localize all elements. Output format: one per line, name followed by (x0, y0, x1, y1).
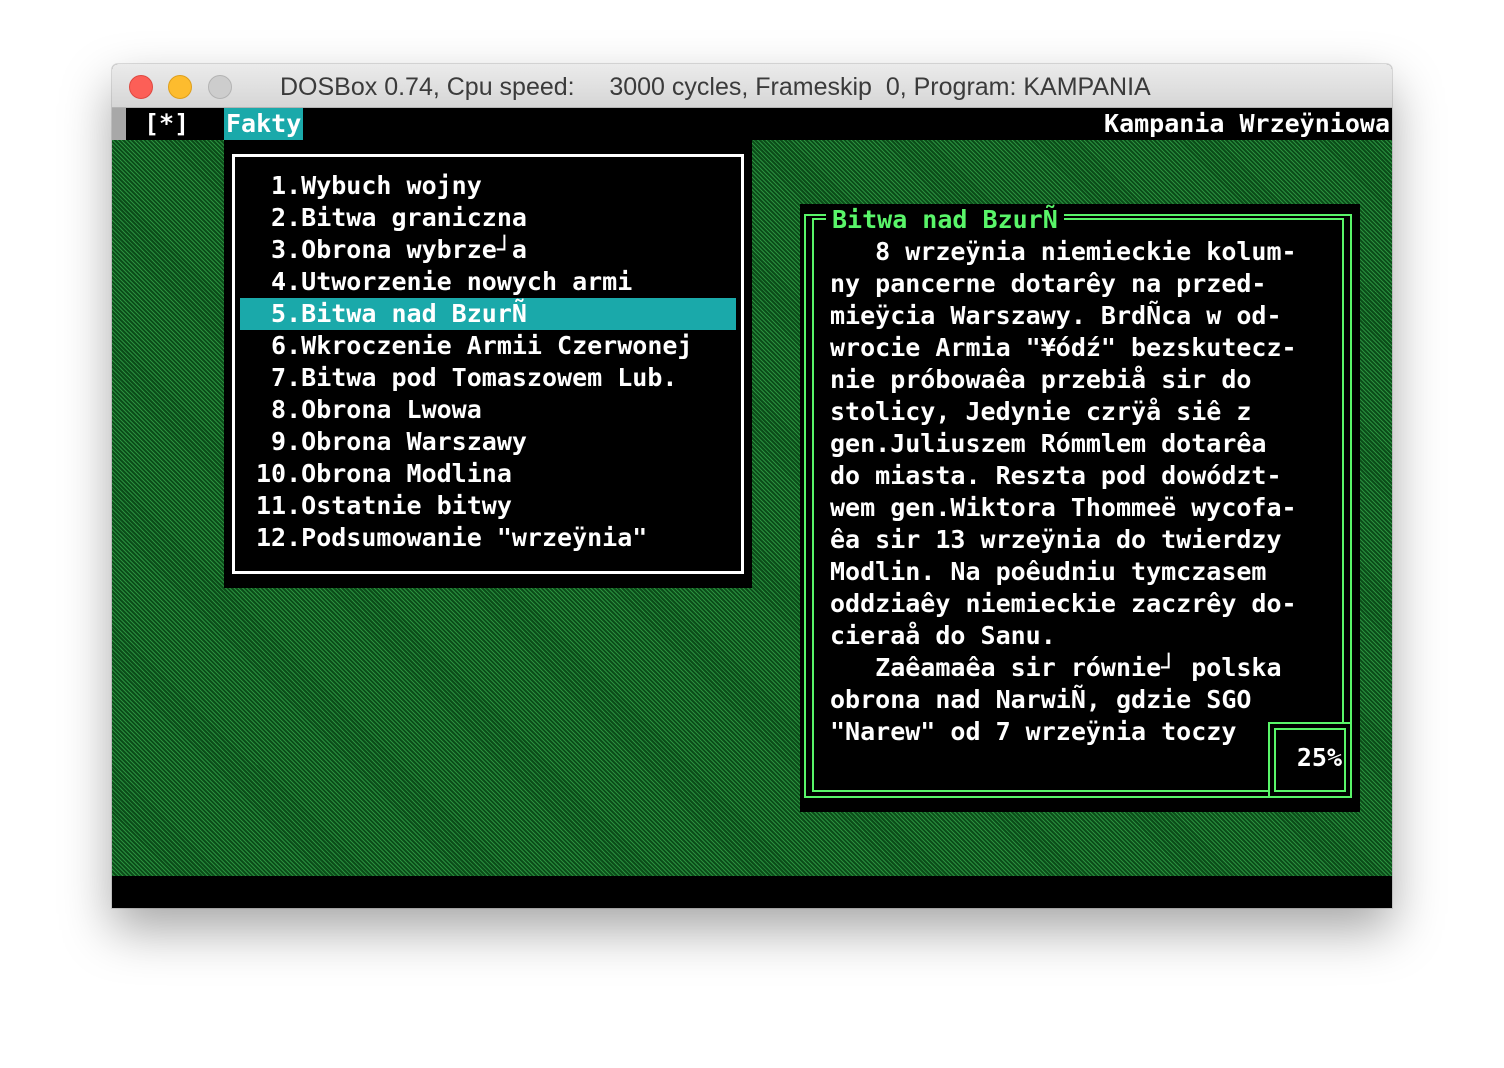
progress-percent: 25% (1296, 743, 1342, 772)
menu-item[interactable]: 8.Obrona Lwowa (240, 394, 736, 426)
article-line: 8 wrzeÿnia niemieckie kolum- (830, 237, 1297, 266)
article-line: êa sir 13 wrzeÿnia do twierdzy (830, 525, 1282, 554)
facts-dropdown-menu: 1.Wybuch wojny 2.Bitwa graniczna 3.Obron… (224, 140, 752, 588)
menu-item[interactable]: 2.Bitwa graniczna (240, 202, 736, 234)
menu-item[interactable]: 9.Obrona Warszawy (240, 426, 736, 458)
scroll-progress-indicator: 25% (1268, 722, 1352, 798)
article-line: nie próbowaêa przebiå sir do (830, 365, 1252, 394)
article-body: 8 wrzeÿnia niemieckie kolum- ny pancerne… (830, 236, 1330, 748)
article-line: Zaêamaêa sir równie┘ polska (830, 653, 1282, 682)
article-line: stolicy, Jedynie czrÿå siê z (830, 397, 1252, 426)
article-line: gen.Juliuszem Rómmlem dotarêa (830, 429, 1267, 458)
article-line: mieÿcia Warszawy. BrdÑca w od- (830, 301, 1282, 330)
menu-fakty[interactable]: Fakty (224, 108, 304, 140)
menu-bar: [*] Fakty Kampania Wrzeÿniowa (112, 108, 1392, 140)
minimize-window-button[interactable] (168, 75, 192, 99)
close-window-button[interactable] (129, 75, 153, 99)
status-bar (112, 876, 1392, 908)
menu-item[interactable]: 11.Ostatnie bitwy (240, 490, 736, 522)
menu-bar-marker (112, 108, 126, 140)
article-window[interactable]: Bitwa nad BzurÑ 8 wrzeÿnia niemieckie ko… (800, 204, 1360, 812)
article-line: oddziaêy niemieckie zaczrêy do- (830, 589, 1297, 618)
article-line: wrocie Armia "¥ódź" bezskutecz- (830, 333, 1297, 362)
menu-item[interactable]: 12.Podsumowanie "wrzeÿnia" (240, 522, 736, 554)
article-line: Modlin. Na poêudniu tymczasem (830, 557, 1267, 586)
menu-item[interactable]: 3.Obrona wybrze┘a (240, 234, 736, 266)
app-title: Kampania Wrzeÿniowa (1104, 109, 1390, 138)
menu-item[interactable]: 10.Obrona Modlina (240, 458, 736, 490)
dosbox-window: DOSBox 0.74, Cpu speed: 3000 cycles, Fra… (112, 64, 1392, 908)
menu-item[interactable]: 4.Utworzenie nowych armi (240, 266, 736, 298)
article-line: cieraå do Sanu. (830, 621, 1056, 650)
menu-item[interactable]: 6.Wkroczenie Armii Czerwonej (240, 330, 736, 362)
article-line: do miasta. Reszta pod dowództ- (830, 461, 1282, 490)
menu-item[interactable]: 7.Bitwa pod Tomaszowem Lub. (240, 362, 736, 394)
article-line: ny pancerne dotarêy na przed- (830, 269, 1267, 298)
article-line: obrona nad NarwiÑ, gdzie SGO (830, 685, 1252, 714)
article-line: "Narew" od 7 wrzeÿnia toczy (830, 717, 1237, 746)
menu-list: 1.Wybuch wojny 2.Bitwa graniczna 3.Obron… (224, 170, 752, 554)
zoom-window-button[interactable] (208, 75, 232, 99)
window-title: DOSBox 0.74, Cpu speed: 3000 cycles, Fra… (280, 73, 1151, 101)
menu-item[interactable]: 1.Wybuch wojny (240, 170, 736, 202)
article-title: Bitwa nad BzurÑ (826, 204, 1064, 236)
system-menu[interactable]: [*] (144, 108, 189, 140)
title-bar[interactable]: DOSBox 0.74, Cpu speed: 3000 cycles, Fra… (112, 64, 1392, 108)
menu-item-selected[interactable]: 5.Bitwa nad BzurÑ (240, 298, 736, 330)
article-line: wem gen.Wiktora Thommeë wycofa- (830, 493, 1297, 522)
dos-screen[interactable]: [*] Fakty Kampania Wrzeÿniowa 1.Wybuch w… (112, 108, 1392, 908)
